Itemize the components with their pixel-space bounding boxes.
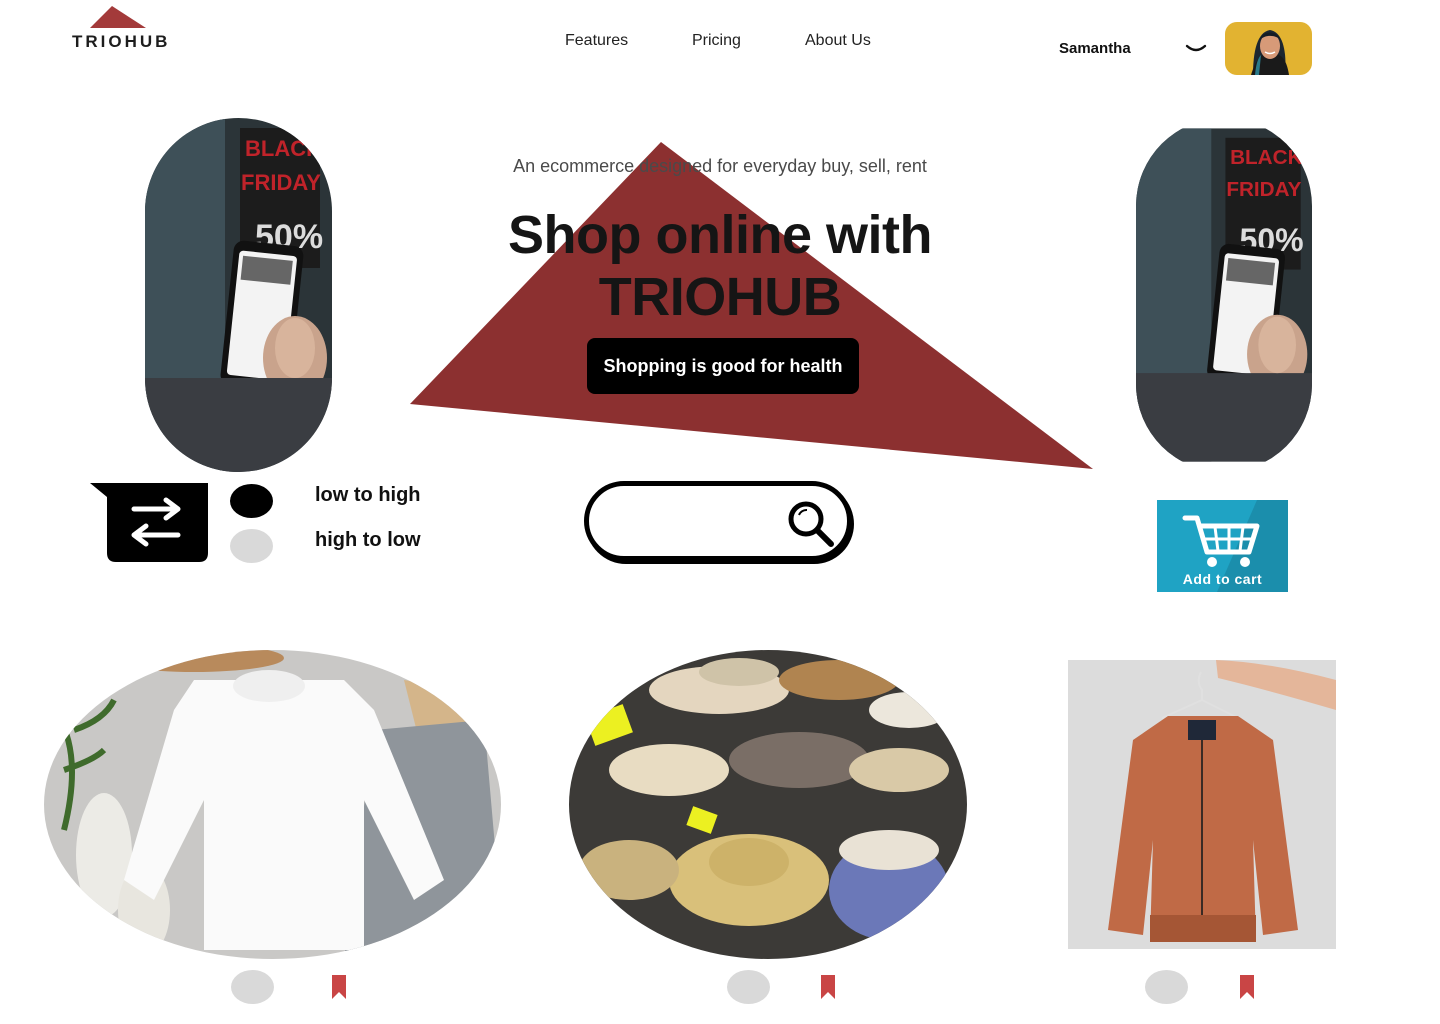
sort-label-low-to-high[interactable]: low to high bbox=[315, 484, 421, 507]
product-1-select-dot[interactable] bbox=[231, 970, 274, 1004]
sort-radio-high-to-low[interactable] bbox=[230, 529, 273, 563]
hero-image-left: BLACK FRIDAY 50% bbox=[145, 118, 332, 472]
product-2-select-dot[interactable] bbox=[727, 970, 770, 1004]
chevron-down-icon[interactable] bbox=[1184, 40, 1208, 58]
sort-label-high-to-low[interactable]: high to low bbox=[315, 529, 421, 552]
svg-text:FRIDAY: FRIDAY bbox=[241, 170, 321, 195]
add-to-cart-button[interactable]: Add to cart bbox=[1157, 500, 1288, 592]
avatar[interactable] bbox=[1225, 22, 1312, 75]
product-3-select-dot[interactable] bbox=[1145, 970, 1188, 1004]
product-image-jacket[interactable] bbox=[1068, 660, 1336, 949]
logo-text[interactable]: TRIOHUB bbox=[72, 32, 170, 52]
sort-radio-low-to-high[interactable] bbox=[230, 484, 273, 518]
product-2-bookmark-icon[interactable] bbox=[820, 975, 836, 999]
search-input[interactable] bbox=[615, 504, 789, 540]
hero-image-right: BLACK FRIDAY 50% bbox=[1136, 118, 1312, 472]
logo-mark bbox=[90, 6, 146, 28]
svg-text:BLACK: BLACK bbox=[1230, 146, 1302, 169]
svg-text:FRIDAY: FRIDAY bbox=[1226, 178, 1301, 201]
product-image-sweatshirt[interactable] bbox=[44, 650, 501, 959]
hero-headline: Shop online with TRIOHUB bbox=[420, 204, 1020, 328]
nav-pricing[interactable]: Pricing bbox=[692, 32, 741, 50]
svg-text:BLACK: BLACK bbox=[245, 136, 322, 161]
nav-features[interactable]: Features bbox=[565, 32, 628, 50]
product-1-bookmark-icon[interactable] bbox=[331, 975, 347, 999]
add-to-cart-label: Add to cart bbox=[1182, 571, 1263, 587]
product-image-hats[interactable] bbox=[569, 650, 967, 959]
hero-headline-line-2: TRIOHUB bbox=[598, 267, 842, 327]
user-name[interactable]: Samantha bbox=[1059, 40, 1131, 57]
hero-headline-line-1: Shop online with bbox=[508, 205, 932, 265]
hero-subtitle: An ecommerce designed for everyday buy, … bbox=[513, 156, 927, 176]
search-icon[interactable] bbox=[785, 498, 837, 550]
sort-toggle-button[interactable] bbox=[90, 483, 208, 562]
product-3-bookmark-icon[interactable] bbox=[1239, 975, 1255, 999]
nav-about-us[interactable]: About Us bbox=[805, 32, 871, 50]
cta-button[interactable]: Shopping is good for health bbox=[587, 338, 859, 394]
search-bar bbox=[584, 481, 852, 561]
